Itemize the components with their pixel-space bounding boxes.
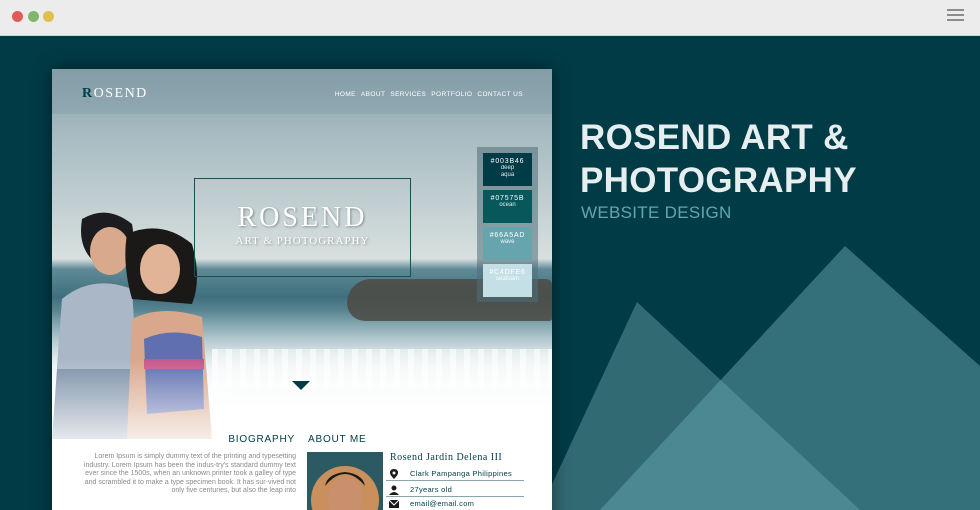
- brand-title: ROSEND: [237, 202, 368, 233]
- info-email: email@email.com: [386, 497, 524, 510]
- info-age: 27years old: [386, 483, 524, 497]
- site-navbar: ROSEND HOME ABOUT SERVICES PORTFOLIO CON…: [52, 69, 552, 114]
- swatch-wave: #66A5AD wave: [483, 227, 532, 260]
- nav-portfolio[interactable]: PORTFOLIO: [431, 91, 472, 98]
- swatch-seafoam: #C4DFE6 seafoam: [483, 264, 532, 297]
- page-subtitle: WEBSITE DESIGN: [581, 203, 732, 222]
- scroll-down-arrow-icon[interactable]: [292, 381, 310, 390]
- hamburger-menu-icon[interactable]: [947, 9, 964, 25]
- white-fence: [212, 349, 552, 389]
- nav-contact[interactable]: CONTACT US: [477, 91, 523, 98]
- person-icon: [389, 485, 399, 495]
- swatch-ocean: #07575B ocean: [483, 190, 532, 223]
- site-logo[interactable]: ROSEND: [82, 86, 148, 102]
- presentation-stage: ROSEND HOME ABOUT SERVICES PORTFOLIO CON…: [0, 36, 980, 510]
- site-nav: HOME ABOUT SERVICES PORTFOLIO CONTACT US: [335, 91, 523, 98]
- headline-line-2: PHOTOGRAPHY: [580, 161, 857, 200]
- nav-home[interactable]: HOME: [335, 91, 356, 98]
- brand-subtitle: ART & PHOTOGRAPHY: [235, 235, 370, 247]
- color-palette: #003B46 deep aqua #07575B ocean #66A5AD …: [477, 147, 538, 302]
- profile-photo: [307, 452, 383, 510]
- website-mockup: ROSEND HOME ABOUT SERVICES PORTFOLIO CON…: [52, 69, 552, 510]
- info-location: Clark Pampanga Philippines: [386, 467, 524, 481]
- about-title: ABOUT ME: [308, 434, 367, 445]
- hero-section: ROSEND HOME ABOUT SERVICES PORTFOLIO CON…: [52, 69, 552, 459]
- nav-about[interactable]: ABOUT: [361, 91, 385, 98]
- envelope-icon: [389, 499, 399, 508]
- swatch-deep-aqua: #003B46 deep aqua: [483, 153, 532, 186]
- biography-text: Lorem Ipsum is simply dummy text of the …: [83, 453, 296, 494]
- maximize-window-button[interactable]: [43, 11, 54, 22]
- biography-title: BIOGRAPHY: [228, 434, 295, 445]
- page-headline: ROSEND ART & PHOTOGRAPHY: [580, 116, 857, 202]
- headline-line-1: ROSEND ART &: [580, 118, 849, 157]
- brand-box: ROSEND ART & PHOTOGRAPHY: [194, 178, 411, 277]
- browser-toolbar: [0, 0, 980, 36]
- minimize-window-button[interactable]: [28, 11, 39, 22]
- profile-name: Rosend Jardin Delena III: [390, 452, 503, 463]
- close-window-button[interactable]: [12, 11, 23, 22]
- nav-services[interactable]: SERVICES: [390, 91, 426, 98]
- location-pin-icon: [390, 469, 398, 479]
